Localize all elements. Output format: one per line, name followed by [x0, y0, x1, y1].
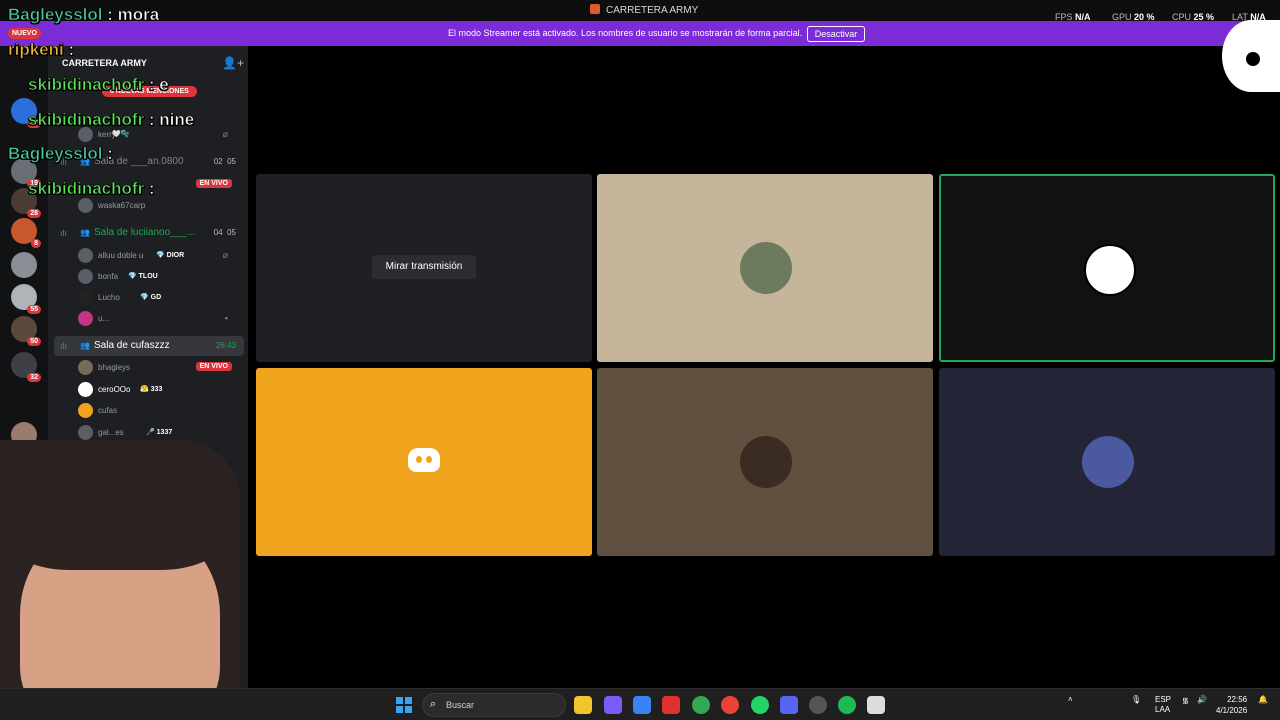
- app-icon[interactable]: [867, 696, 885, 714]
- mic-muted-icon: ⌀: [222, 129, 228, 139]
- chat-message: ripkeni :: [8, 40, 75, 60]
- mention-badge: 32: [27, 373, 41, 382]
- app-icon[interactable]: [662, 696, 680, 714]
- avatar: [78, 248, 93, 263]
- volume-icon[interactable]: 🔊: [1197, 695, 1207, 704]
- chat-message: Bagleysslol : mora: [8, 5, 160, 25]
- live-badge: EN VIVO: [195, 362, 232, 371]
- streamer-hair: [0, 440, 230, 570]
- server-icon[interactable]: 55: [11, 284, 41, 314]
- webcam-overlay: [0, 440, 240, 720]
- avatar: [78, 198, 93, 213]
- clock[interactable]: 22:56 4/1/2026: [1216, 694, 1247, 716]
- participant-avatar: [740, 436, 792, 488]
- chat-message: skibidinachofr :: [28, 179, 155, 199]
- spotify-icon[interactable]: [838, 696, 856, 714]
- avatar: [78, 360, 93, 375]
- video-icon: ▪: [224, 313, 228, 323]
- server-icon: [590, 4, 600, 14]
- whatsapp-icon[interactable]: [751, 696, 769, 714]
- language-indicator[interactable]: ESP LAA: [1155, 695, 1171, 715]
- voice-user[interactable]: u... ▪: [78, 310, 238, 328]
- mic-muted-icon: ⌀: [222, 250, 228, 260]
- server-name[interactable]: CARRETERA ARMY: [62, 58, 147, 68]
- discord-logo-icon: [408, 448, 440, 472]
- mic-icon[interactable]: 🎙: [1131, 695, 1141, 704]
- voice-activity-icon: ılı: [60, 228, 68, 238]
- avatar: [78, 425, 93, 440]
- voice-channel[interactable]: ılı 👥 Sala de luciianoo___... 04 05: [54, 223, 244, 243]
- chat-message: Bagleysslol :: [8, 144, 114, 164]
- voice-activity-icon: ılı: [60, 341, 68, 351]
- search-icon: ⌕: [430, 698, 437, 710]
- chat-message: skibidinachofr : e: [28, 75, 169, 95]
- participant-tile[interactable]: [597, 174, 933, 362]
- add-user-icon[interactable]: 👤+: [222, 56, 244, 70]
- avatar: [78, 290, 93, 305]
- server-icon[interactable]: 8: [11, 218, 41, 248]
- participant-tile[interactable]: [597, 368, 933, 556]
- streamer-mode-message: El modo Streamer está activado. Los nomb…: [448, 28, 803, 38]
- window-title: CARRETERA ARMY: [590, 4, 698, 16]
- participant-tile[interactable]: [256, 368, 592, 556]
- window-title-text: CARRETERA ARMY: [606, 5, 699, 16]
- avatar: [78, 382, 93, 397]
- chrome-icon[interactable]: [721, 696, 739, 714]
- mention-badge: 8: [31, 239, 41, 248]
- live-badge: EN VIVO: [195, 179, 232, 188]
- discord-icon[interactable]: [780, 696, 798, 714]
- chat-message: skibidinachofr : nine: [28, 110, 195, 130]
- deactivate-button[interactable]: Desactivar: [807, 26, 865, 42]
- mention-badge: 55: [27, 305, 41, 314]
- chrome-icon[interactable]: [692, 696, 710, 714]
- participant-avatar: [1082, 436, 1134, 488]
- mention-badge: 28: [27, 209, 41, 218]
- chevron-up-icon[interactable]: ˄: [1068, 695, 1073, 704]
- participant-tile[interactable]: [939, 368, 1275, 556]
- watch-stream-button[interactable]: Mirar transmisión: [372, 255, 476, 279]
- voice-user[interactable]: bonfa 💎 TLOU: [78, 268, 238, 286]
- file-explorer-icon[interactable]: [574, 696, 592, 714]
- title-bar: CARRETERA ARMY FPS N/A GPU 20 % CPU 25 %…: [0, 0, 1280, 22]
- record-dot-icon: [1246, 52, 1260, 66]
- voice-user[interactable]: alluu doble u 💎 DIOR ⌀: [78, 247, 238, 265]
- taskbar-search[interactable]: ⌕ Buscar: [422, 693, 566, 717]
- mention-badge: 50: [27, 337, 41, 346]
- voice-user[interactable]: Lucho 💎 GD: [78, 289, 238, 307]
- taskbar: ⌕ Buscar ˄ 🎙 ESP LAA ᯾ 🔊 22:56 4/1/2026 🔔: [0, 688, 1280, 720]
- notification-icon[interactable]: 🔔: [1258, 695, 1268, 704]
- voice-channel-active[interactable]: ılı 👥 Sala de cufaszzz 26:43: [54, 336, 244, 356]
- new-badge: NUEVO: [8, 28, 41, 39]
- app-icon[interactable]: [604, 696, 622, 714]
- stream-tile[interactable]: Mirar transmisión: [256, 174, 592, 362]
- avatar: [78, 311, 93, 326]
- participant-avatar: [1084, 244, 1136, 296]
- voice-user[interactable]: bhagleys EN VIVO: [78, 359, 238, 377]
- server-icon[interactable]: [11, 252, 37, 278]
- people-icon: 👥: [80, 228, 90, 237]
- server-icon[interactable]: 50: [11, 316, 41, 346]
- streamer-mode-banner: El modo Streamer está activado. Los nomb…: [0, 21, 1280, 46]
- wifi-icon[interactable]: ᯾: [1182, 695, 1189, 706]
- server-icon[interactable]: 32: [11, 352, 41, 382]
- avatar: [78, 403, 93, 418]
- avatar: [78, 269, 93, 284]
- windows-start-icon[interactable]: [396, 697, 412, 713]
- app-icon[interactable]: [809, 696, 827, 714]
- voice-user[interactable]: cufas: [78, 402, 238, 420]
- people-icon: 👥: [80, 341, 90, 350]
- participant-avatar: [740, 242, 792, 294]
- voice-user[interactable]: waska67carp: [78, 197, 238, 215]
- voice-user[interactable]: ceroOOo 😤 333: [78, 381, 238, 399]
- pip-overlay: [1222, 20, 1280, 92]
- store-icon[interactable]: [633, 696, 651, 714]
- participant-tile-speaking[interactable]: [939, 174, 1275, 362]
